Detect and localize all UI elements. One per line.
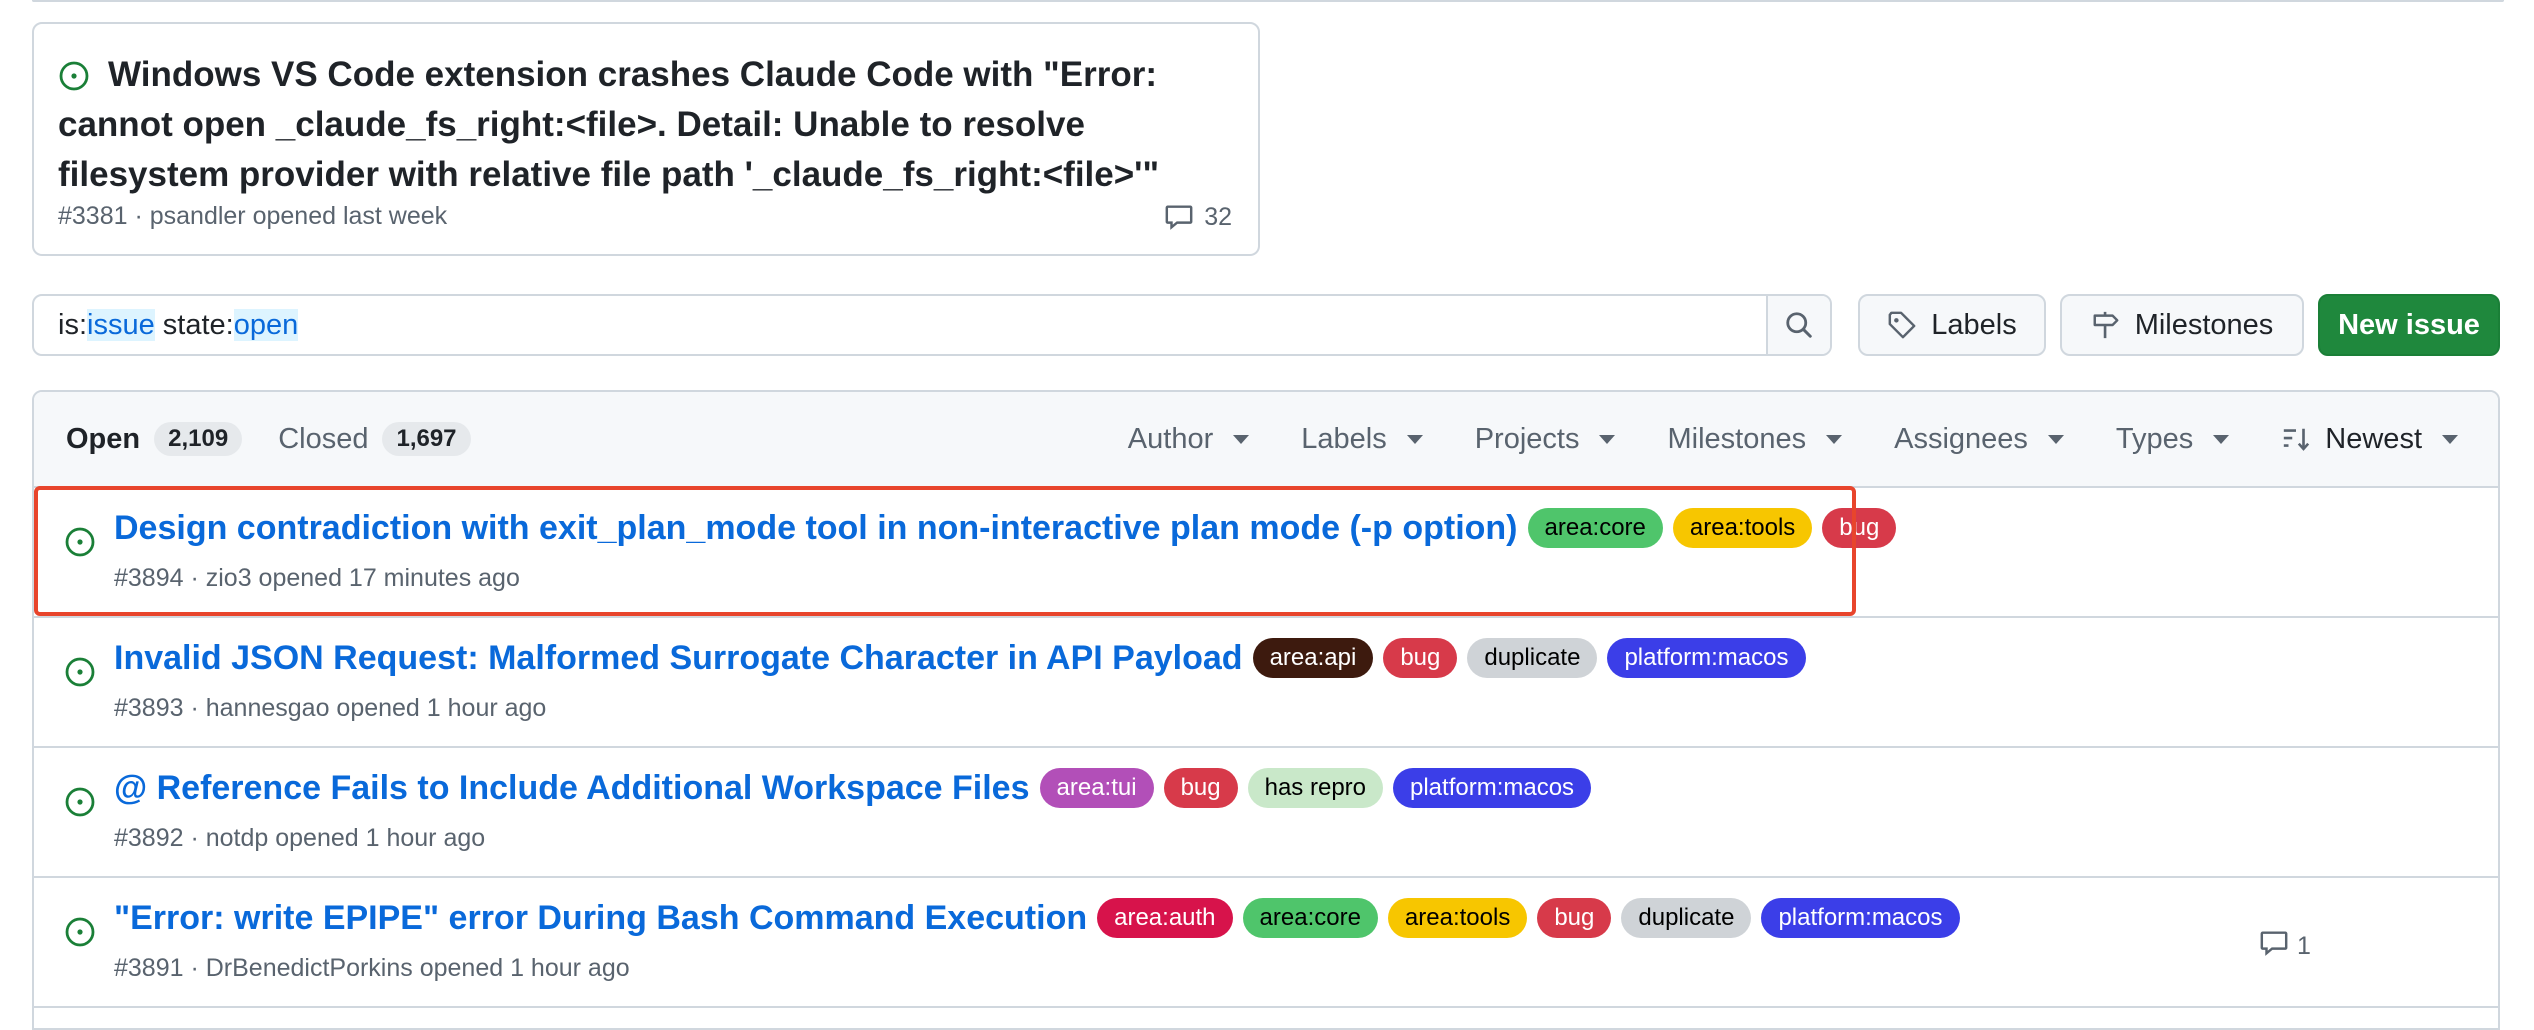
issue-title-link[interactable]: @ Reference Fails to Include Additional …: [114, 769, 1030, 808]
pinned-issue-comments[interactable]: 32: [1164, 202, 1232, 232]
caret-down-icon: [2442, 434, 2458, 444]
labels-button-text: Labels: [1931, 308, 2017, 341]
caret-down-icon: [1406, 434, 1423, 444]
issue-label[interactable]: area:core: [1527, 508, 1663, 548]
issue-open-icon: [64, 786, 96, 823]
issues-list-header: Open 2,109 Closed 1,697 Author Labels Pr…: [34, 392, 2498, 488]
search-icon: [1786, 312, 1812, 338]
issue-label[interactable]: duplicate: [1621, 898, 1752, 938]
labels-button[interactable]: Labels: [1858, 294, 2046, 356]
filter-label: Assignees: [1894, 422, 2028, 455]
milestones-button-text: Milestones: [2134, 308, 2274, 341]
tab-open-label: Open: [66, 422, 141, 455]
pinned-issue-title[interactable]: Windows VS Code extension crashes Claude…: [58, 50, 1228, 200]
issue-label[interactable]: duplicate: [1467, 638, 1598, 678]
issue-open-icon: [64, 656, 96, 693]
issue-label[interactable]: area:tools: [1672, 508, 1813, 548]
filter-label: Labels: [1301, 422, 1387, 455]
caret-down-icon: [1826, 434, 1843, 444]
tag-icon: [1888, 311, 1916, 339]
search-button[interactable]: [1766, 296, 1830, 354]
new-issue-button[interactable]: New issue: [2318, 294, 2500, 356]
issue-label[interactable]: platform:macos: [1761, 898, 1960, 938]
open-count-badge: 2,109: [154, 422, 243, 456]
pinned-comment-count: 32: [1204, 202, 1232, 231]
pinned-issue-card[interactable]: Windows VS Code extension crashes Claude…: [32, 22, 1260, 256]
issue-meta: #3894 · zio3 opened 17 minutes ago: [114, 564, 520, 592]
tab-closed[interactable]: Closed 1,697: [278, 422, 471, 456]
comment-icon: [1165, 205, 1193, 230]
issue-meta: #3893 · hannesgao opened 1 hour ago: [114, 694, 547, 722]
search-value-issue: issue: [87, 308, 155, 341]
issue-title-line: Design contradiction with exit_plan_mode…: [114, 508, 1897, 548]
filter-label: Milestones: [1667, 422, 1807, 455]
pinned-issue-meta: #3381 · psandler opened last week: [58, 202, 448, 230]
sort-icon: [2284, 428, 2310, 451]
issues-list: Open 2,109 Closed 1,697 Author Labels Pr…: [32, 390, 2500, 1030]
sort-newest[interactable]: Newest: [2281, 423, 2458, 456]
issue-row[interactable]: Design contradiction with exit_plan_mode…: [34, 488, 2498, 618]
issue-label[interactable]: area:api: [1252, 638, 1374, 678]
issue-label[interactable]: area:core: [1242, 898, 1378, 938]
issue-label[interactable]: area:auth: [1097, 898, 1233, 938]
tab-open[interactable]: Open 2,109: [66, 422, 243, 456]
issue-label[interactable]: area:tui: [1039, 768, 1154, 808]
issue-label[interactable]: has repro: [1247, 768, 1383, 808]
comment-icon: [2259, 928, 2289, 965]
caret-down-icon: [2213, 434, 2230, 444]
filter-assignees[interactable]: Assignees: [1894, 423, 2064, 456]
caret-down-icon: [1599, 434, 1616, 444]
filter-label: Projects: [1474, 422, 1580, 455]
filter-projects[interactable]: Projects: [1475, 423, 1616, 456]
issue-comment-count: 1: [2297, 932, 2311, 960]
issue-label[interactable]: bug: [1383, 638, 1458, 678]
issue-meta: #3892 · notdp opened 1 hour ago: [114, 824, 486, 852]
filter-label: Types: [2115, 422, 2194, 455]
caret-down-icon: [1233, 434, 1250, 444]
caret-down-icon: [2047, 434, 2064, 444]
issue-title-line: "Error: write EPIPE" error During Bash C…: [114, 898, 1960, 938]
issue-label[interactable]: bug: [1822, 508, 1897, 548]
filter-label: Author: [1127, 422, 1214, 455]
filter-bar: Author Labels Projects Milestones Assign…: [1128, 392, 2498, 486]
issue-title-line: Invalid JSON Request: Malformed Surrogat…: [114, 638, 1806, 678]
issue-row[interactable]: "Error: write EPIPE" error During Bash C…: [34, 878, 2498, 1008]
issue-title-link[interactable]: Design contradiction with exit_plan_mode…: [114, 509, 1518, 548]
issue-title-link[interactable]: "Error: write EPIPE" error During Bash C…: [114, 899, 1087, 938]
issue-comments[interactable]: 1: [2259, 928, 2311, 965]
closed-count-badge: 1,697: [382, 422, 471, 456]
issue-title-line: @ Reference Fails to Include Additional …: [114, 768, 1592, 808]
milestones-button[interactable]: Milestones: [2060, 294, 2304, 356]
issue-title-link[interactable]: Invalid JSON Request: Malformed Surrogat…: [114, 639, 1243, 678]
filter-milestones[interactable]: Milestones: [1667, 422, 1843, 456]
issue-open-icon: [64, 916, 96, 953]
filter-labels[interactable]: Labels: [1301, 422, 1423, 456]
tab-closed-label: Closed: [278, 422, 369, 455]
milestone-icon: [2093, 311, 2119, 339]
issue-label[interactable]: area:tools: [1387, 898, 1528, 938]
search-value-open: open: [233, 308, 299, 341]
issue-label[interactable]: bug: [1163, 768, 1238, 808]
issue-label[interactable]: bug: [1537, 898, 1612, 938]
issue-row[interactable]: Invalid JSON Request: Malformed Surrogat…: [34, 618, 2498, 748]
filter-author[interactable]: Author: [1127, 422, 1250, 456]
issue-label[interactable]: platform:macos: [1393, 768, 1592, 808]
search-prefix-is: is:: [58, 308, 87, 341]
issue-meta: #3891 · DrBenedictPorkins opened 1 hour …: [114, 954, 630, 982]
issue-open-icon: [64, 526, 96, 563]
sort-label: Newest: [2325, 422, 2422, 455]
issue-label[interactable]: platform:macos: [1607, 638, 1806, 678]
search-input[interactable]: is:issue state:open: [34, 308, 1766, 342]
issue-row[interactable]: @ Reference Fails to Include Additional …: [34, 748, 2498, 878]
filter-types[interactable]: Types: [2115, 422, 2230, 456]
search-prefix-state: state:: [154, 308, 234, 341]
issue-search-bar[interactable]: is:issue state:open: [32, 294, 1832, 356]
previous-box-bottom: [32, 0, 2504, 2]
